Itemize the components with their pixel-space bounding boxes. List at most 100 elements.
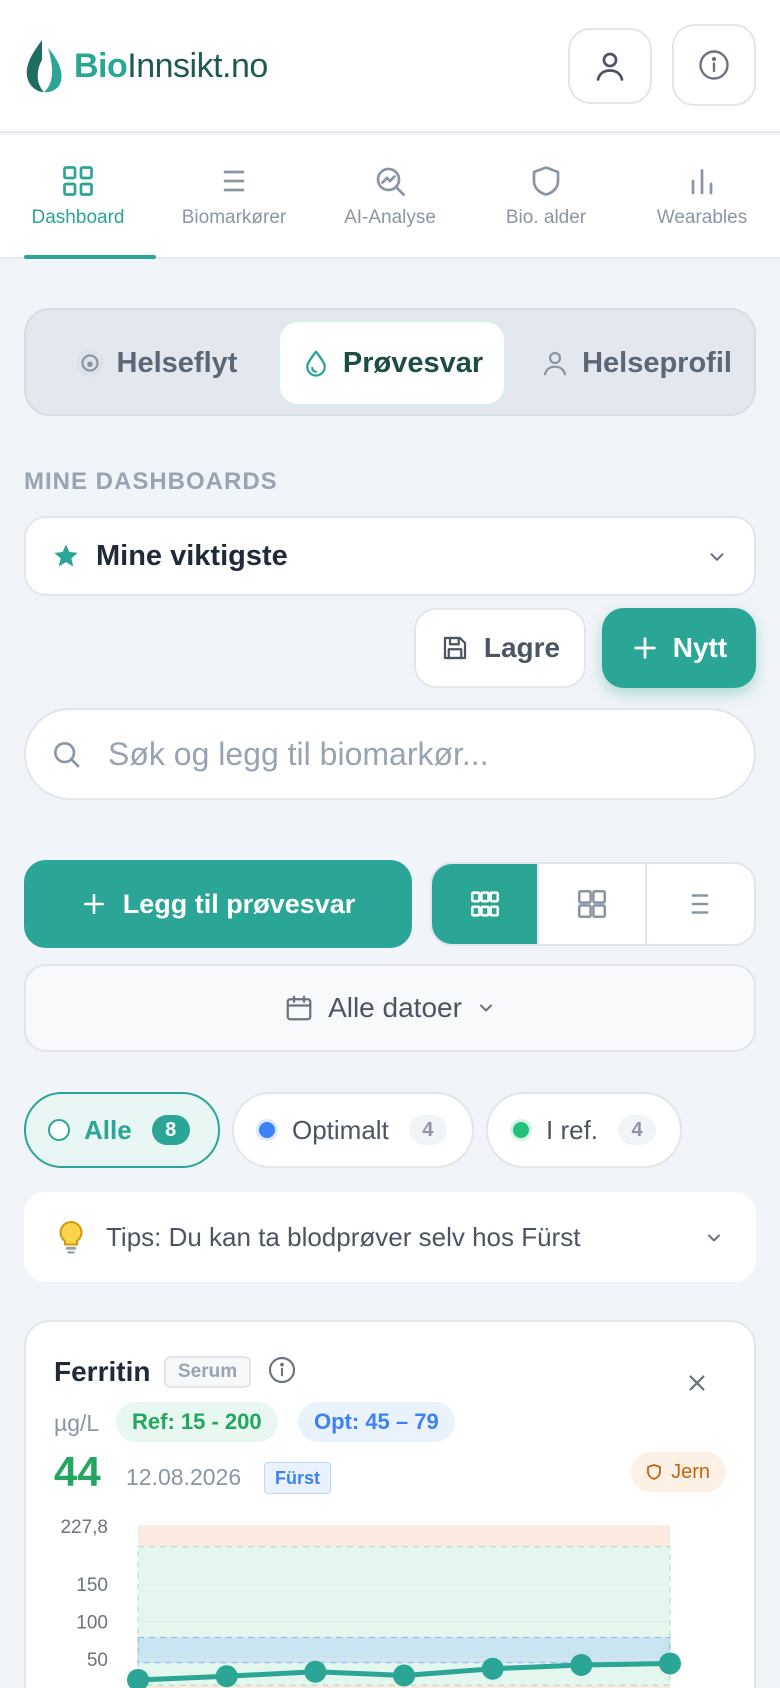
logo-domain: Innsikt.no: [127, 46, 268, 85]
info-button[interactable]: [672, 24, 756, 106]
drop-logo-icon: [26, 40, 62, 93]
logo-bio: Bio: [74, 46, 128, 85]
dashboard-select[interactable]: Mine viktigste: [24, 516, 756, 596]
opt-range-badge: Opt: 45 – 79: [298, 1402, 455, 1442]
chip-count: 4: [408, 1115, 447, 1145]
lab-badge: Fürst: [264, 1462, 331, 1494]
logo[interactable]: BioInnsikt.no: [24, 38, 268, 94]
section-title: MINE DASHBOARDS: [24, 468, 278, 495]
tab-label: Biomarkører: [181, 207, 287, 228]
save-label: Lagre: [483, 632, 561, 663]
drop-icon: [305, 350, 326, 377]
chevron-down-icon: [710, 553, 724, 561]
search-input[interactable]: [108, 735, 708, 773]
calendar-icon: [286, 995, 312, 1021]
tab-label: Dashboard: [31, 207, 125, 228]
chevron-down-icon: [479, 1004, 492, 1012]
plus-icon: [83, 894, 104, 914]
data-point: [570, 1654, 593, 1677]
search-icon: [54, 742, 80, 768]
y-tick-label: 150: [76, 1575, 108, 1596]
user-icon: [543, 351, 567, 376]
view-grid-button[interactable]: [539, 864, 647, 944]
category-label: Jern: [671, 1460, 710, 1483]
latest-date: 12.08.2026: [126, 1464, 242, 1490]
tab-wearables[interactable]: Wearables: [624, 135, 780, 257]
ref-range-badge: Ref: 15 - 200: [116, 1402, 278, 1442]
plus-icon: [634, 637, 656, 659]
star-icon: [54, 544, 78, 567]
chip-label: Alle: [84, 1114, 132, 1145]
close-icon[interactable]: [686, 1372, 708, 1394]
chevron-down-icon: [708, 1234, 720, 1242]
tab-bio-age[interactable]: Bio. alder: [468, 135, 624, 257]
tips-banner[interactable]: Tips: Du kan ta blodprøver selv hos Fürs…: [24, 1192, 756, 1282]
date-filter-button[interactable]: Alle datoer: [24, 964, 756, 1052]
info-icon: [699, 50, 729, 80]
analysis-icon: [376, 167, 405, 196]
view-compact-grid-button[interactable]: [432, 864, 540, 944]
tab-biomarkers[interactable]: Biomarkører: [156, 135, 312, 257]
bar-chart-icon: [691, 169, 713, 195]
blue-dot-icon: [256, 1119, 278, 1141]
segment-helseflyt[interactable]: Helseflyt: [56, 320, 256, 406]
segment-label: Prøvesvar: [342, 346, 484, 379]
data-point: [304, 1660, 327, 1683]
data-point: [393, 1664, 415, 1687]
data-point: [481, 1657, 504, 1680]
list-icon: [691, 894, 709, 914]
ferritin-chart: 227,815010050−12,8: [60, 1517, 681, 1688]
view-mode-toggle: [430, 862, 756, 946]
view-list-button[interactable]: [647, 864, 754, 944]
view-segment: Helseflyt Prøvesvar Helseprofil: [24, 308, 756, 416]
category-badge: Jern: [631, 1452, 726, 1492]
add-result-label: Legg til prøvesvar: [122, 888, 356, 919]
tab-ai-analysis[interactable]: AI-Analyse: [312, 135, 468, 257]
shield-icon: [532, 166, 560, 196]
new-dashboard-button[interactable]: Nytt: [602, 608, 756, 688]
chip-label: Optimalt: [292, 1114, 389, 1145]
data-point: [659, 1652, 681, 1675]
tab-dashboard[interactable]: Dashboard: [0, 135, 156, 259]
new-label: Nytt: [672, 632, 728, 663]
filter-chip-iref[interactable]: I ref. 4: [486, 1092, 682, 1168]
tab-label: Bio. alder: [505, 207, 587, 228]
lightbulb-icon: [59, 1220, 83, 1254]
sample-badge: Serum: [164, 1356, 252, 1388]
chip-count: 8: [151, 1115, 190, 1145]
tab-label: Wearables: [656, 207, 748, 228]
unit-label: µg/L: [54, 1410, 100, 1436]
save-dashboard-button[interactable]: Lagre: [414, 608, 586, 688]
biomarker-card[interactable]: Ferritin Serum µg/L Ref: 15 - 200 Opt: 4…: [24, 1320, 756, 1688]
dashboard-select-value: Mine viktigste: [96, 539, 288, 572]
chip-label: I ref.: [546, 1114, 599, 1145]
info-icon[interactable]: [266, 1354, 298, 1386]
filter-chip-optimalt[interactable]: Optimalt 4: [232, 1092, 474, 1168]
segment-provesvar[interactable]: Prøvesvar: [278, 320, 506, 406]
tab-label: AI-Analyse: [344, 207, 436, 228]
segment-helseprofil[interactable]: Helseprofil: [526, 320, 746, 406]
tips-text: Tips: Du kan ta blodprøver selv hos Fürs…: [106, 1221, 581, 1252]
y-tick-label: 100: [76, 1613, 108, 1634]
y-tick-label: 227,8: [60, 1517, 108, 1538]
compact-grid-icon: [470, 891, 499, 917]
grid-icon: [577, 889, 607, 919]
y-tick-label: 50: [87, 1650, 108, 1671]
add-result-button[interactable]: Legg til prøvesvar: [24, 860, 412, 948]
date-filter-label: Alle datoer: [328, 992, 462, 1023]
save-icon: [443, 636, 466, 660]
list-icon: [223, 170, 245, 192]
main-nav: Dashboard Biomarkører AI-Analyse Bio. al…: [0, 135, 780, 259]
shield-icon: [647, 1464, 661, 1480]
chip-count: 4: [618, 1115, 657, 1145]
latest-value: 44: [54, 1448, 101, 1495]
high-band: [138, 1526, 670, 1547]
ring-icon: [48, 1119, 70, 1141]
data-point: [215, 1665, 238, 1688]
biomarker-title: Ferritin: [54, 1356, 151, 1387]
profile-button[interactable]: [568, 28, 652, 104]
logo-text: BioInnsikt.no: [74, 47, 268, 86]
app-header: BioInnsikt.no: [0, 0, 780, 133]
segment-label: Helseflyt: [116, 346, 238, 379]
filter-chip-alle[interactable]: Alle 8: [24, 1092, 220, 1168]
